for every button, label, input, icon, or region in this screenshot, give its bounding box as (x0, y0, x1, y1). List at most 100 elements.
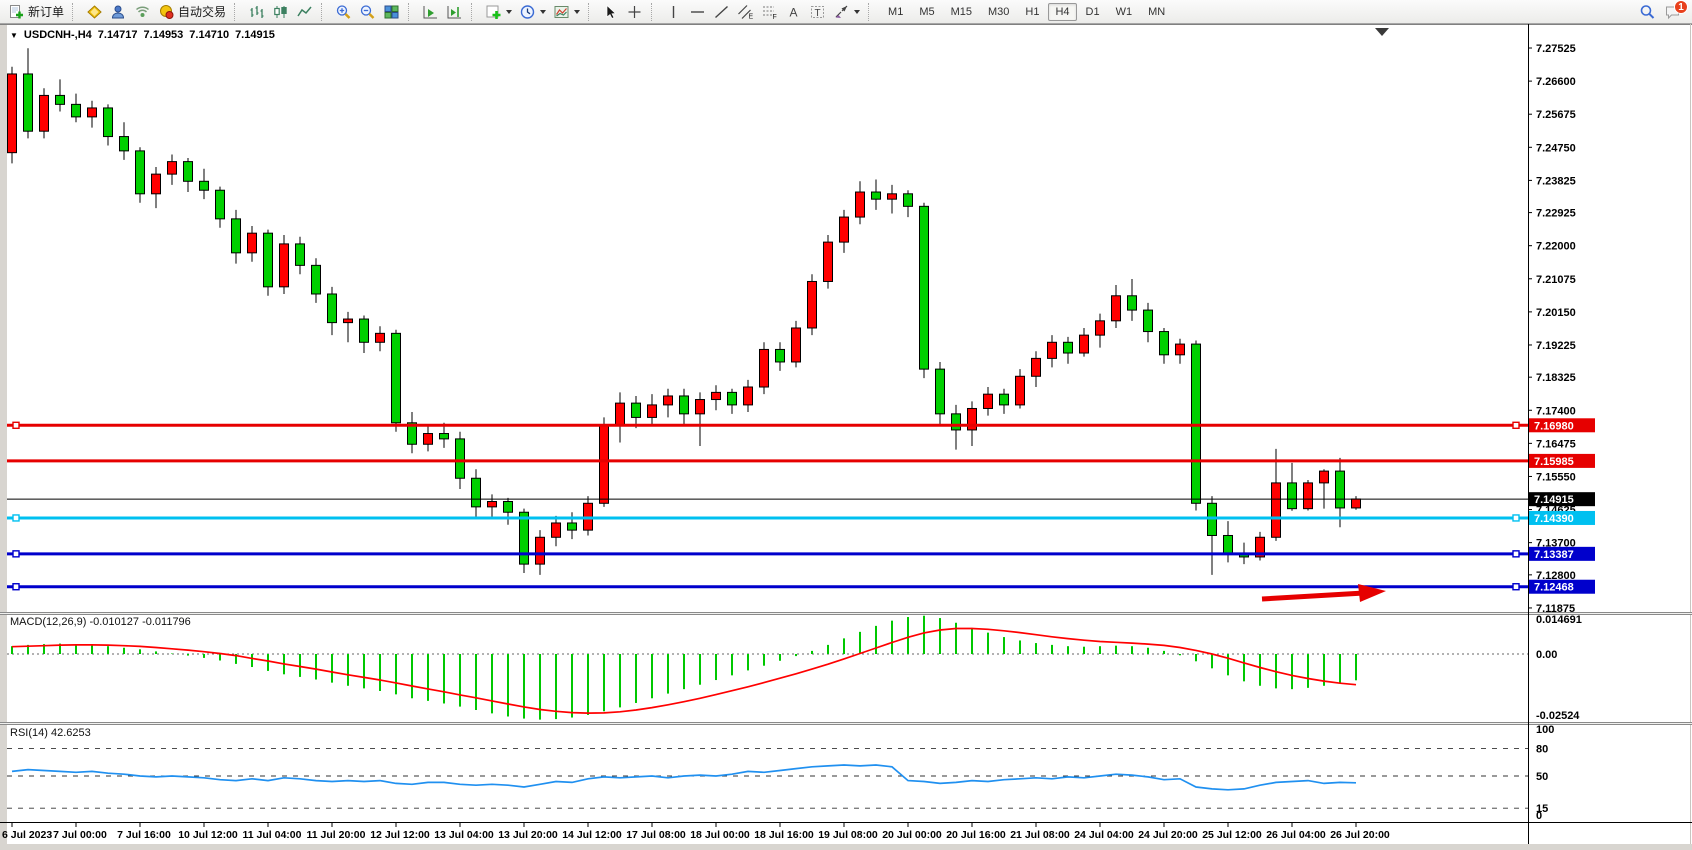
macd-axis-label: -0.02524 (1536, 710, 1580, 722)
price-tick-label: 7.17400 (1536, 405, 1576, 417)
timeframe-d1[interactable]: D1 (1079, 3, 1107, 21)
indicators-icon (485, 4, 502, 20)
text-button[interactable]: A (782, 2, 805, 22)
rsi-axis-label: 50 (1536, 771, 1548, 783)
chart-canvas[interactable]: 7.275257.266007.256757.247507.238257.229… (0, 24, 1692, 850)
candle (648, 405, 657, 418)
price-line-label-text: 7.16980 (1534, 420, 1574, 432)
periods-button[interactable] (516, 2, 549, 22)
candle (1048, 342, 1057, 358)
ohlc-low: 7.14710 (189, 29, 229, 41)
candle (280, 244, 289, 287)
clock-icon (519, 4, 536, 20)
time-axis-label: 6 Jul 2023 (2, 829, 52, 841)
timeframe-m30[interactable]: M30 (981, 3, 1016, 21)
label-button[interactable]: T (806, 2, 829, 22)
chart-candles-button[interactable] (269, 2, 292, 22)
candle (952, 414, 961, 430)
rsi-panel-label: RSI(14) 42.6253 (10, 727, 91, 739)
price-tick-label: 7.22925 (1536, 208, 1576, 220)
terminal-icon (110, 4, 127, 20)
time-axis-label: 24 Jul 04:00 (1074, 829, 1134, 841)
templates-button[interactable] (550, 2, 583, 22)
metaeditor-button[interactable] (83, 2, 106, 22)
chart-shift-button[interactable] (443, 2, 466, 22)
line-handle[interactable] (13, 551, 19, 557)
line-handle[interactable] (13, 584, 19, 590)
time-axis-label: 12 Jul 12:00 (370, 829, 430, 841)
timeframe-m15[interactable]: M15 (944, 3, 979, 21)
notification-badge: 1 (1674, 0, 1688, 14)
chart-bars-button[interactable] (245, 2, 268, 22)
svg-text:E: E (749, 13, 754, 20)
candle (216, 190, 225, 219)
timeframe-h4[interactable]: H4 (1048, 3, 1076, 21)
time-axis-label: 21 Jul 08:00 (1010, 829, 1070, 841)
timeframe-h1[interactable]: H1 (1018, 3, 1046, 21)
toolbar-right-group: 1 (1639, 4, 1687, 20)
candle (1144, 310, 1153, 331)
candle (328, 294, 337, 323)
search-icon[interactable] (1639, 4, 1656, 20)
auto-scroll-button[interactable] (419, 2, 442, 22)
fibonacci-button[interactable]: F (758, 2, 781, 22)
time-axis-label: 14 Jul 12:00 (562, 829, 622, 841)
candle (264, 233, 273, 287)
bid-price-label-text: 7.14915 (1534, 494, 1574, 506)
horizontal-line-button[interactable] (686, 2, 709, 22)
time-axis-label: 19 Jul 08:00 (818, 829, 878, 841)
price-tick-label: 7.25675 (1536, 109, 1576, 121)
candle (72, 104, 81, 117)
line-handle[interactable] (1513, 551, 1519, 557)
candle (936, 369, 945, 414)
autotrading-button[interactable]: 自动交易 (155, 2, 229, 22)
line-handle[interactable] (1513, 584, 1519, 590)
candle (920, 206, 929, 369)
candle (616, 403, 625, 424)
svg-text:F: F (773, 14, 777, 20)
chart-shift-icon (446, 4, 463, 20)
templates-icon (553, 4, 570, 20)
vertical-line-button[interactable] (662, 2, 685, 22)
trendline-button[interactable] (710, 2, 733, 22)
new-order-button[interactable]: 新订单 (5, 2, 67, 22)
candle (1000, 394, 1009, 405)
time-axis-label: 17 Jul 08:00 (626, 829, 686, 841)
ohlc-open: 7.14717 (98, 29, 138, 41)
price-tick-label: 7.26600 (1536, 76, 1576, 88)
zoom-out-button[interactable] (356, 2, 379, 22)
tile-windows-button[interactable] (380, 2, 403, 22)
signals-button[interactable] (131, 2, 154, 22)
timeframe-m5[interactable]: M5 (912, 3, 941, 21)
candle (1080, 335, 1089, 353)
rsi-axis-label: 80 (1536, 743, 1548, 755)
autotrading-icon (158, 4, 175, 20)
candle (472, 478, 481, 507)
price-line-label-text: 7.12468 (1534, 582, 1574, 594)
time-axis-label: 18 Jul 16:00 (754, 829, 814, 841)
line-handle[interactable] (1513, 422, 1519, 428)
time-axis-label: 10 Jul 12:00 (178, 829, 238, 841)
timeframe-w1[interactable]: W1 (1109, 3, 1140, 21)
collapse-triangle-icon[interactable]: ▼ (10, 31, 18, 40)
timeframe-mn[interactable]: MN (1141, 3, 1172, 21)
crosshair-button[interactable] (623, 2, 646, 22)
chart-line-button[interactable] (293, 2, 316, 22)
indicators-button[interactable] (482, 2, 515, 22)
candle (1032, 358, 1041, 376)
candle (888, 194, 897, 199)
candle (344, 319, 353, 323)
zoom-in-button[interactable] (332, 2, 355, 22)
fibonacci-icon: F (761, 4, 778, 20)
line-handle[interactable] (13, 515, 19, 521)
terminal-button[interactable] (107, 2, 130, 22)
line-handle[interactable] (1513, 515, 1519, 521)
channel-button[interactable]: E (734, 2, 757, 22)
notifications-button[interactable]: 1 (1664, 4, 1681, 20)
candle (1352, 499, 1361, 508)
cursor-button[interactable] (599, 2, 622, 22)
timeframe-m1[interactable]: M1 (881, 3, 910, 21)
autotrading-label: 自动交易 (178, 3, 226, 20)
line-handle[interactable] (13, 422, 19, 428)
arrows-button[interactable] (830, 2, 863, 22)
